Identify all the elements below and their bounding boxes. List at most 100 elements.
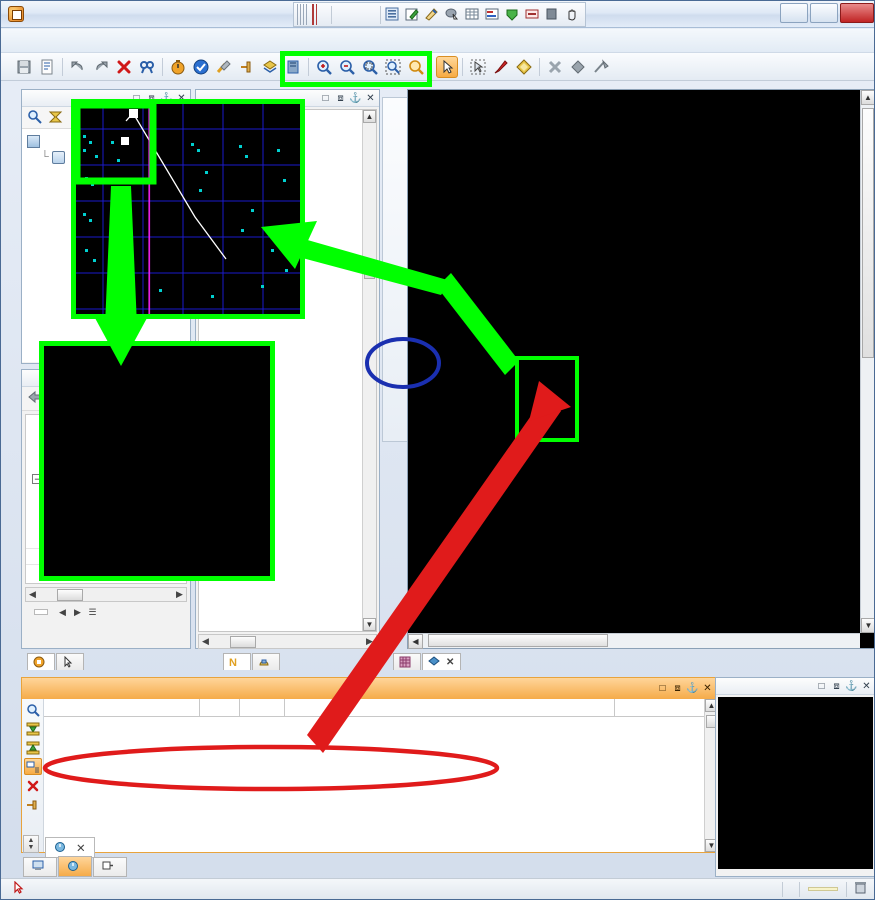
netlist-hscrollbar[interactable]: ◀ ▶ xyxy=(198,634,377,649)
zoom-fit-icon[interactable] xyxy=(359,56,381,78)
undo-icon[interactable] xyxy=(67,56,89,78)
column-header-type[interactable] xyxy=(200,699,240,716)
trash-icon[interactable] xyxy=(855,881,866,897)
timing-results-grid[interactable]: ▲ ▼ xyxy=(44,699,718,852)
cross-probe-icon[interactable] xyxy=(544,56,566,78)
pointer-mode-icon[interactable] xyxy=(436,56,458,78)
save-icon[interactable] xyxy=(13,56,35,78)
find-icon[interactable] xyxy=(136,56,158,78)
float-icon[interactable]: □ xyxy=(657,683,668,694)
close-button[interactable] xyxy=(840,3,874,23)
layers-icon[interactable] xyxy=(259,56,281,78)
menu-layout[interactable] xyxy=(131,38,149,44)
scroll-up-arrow[interactable]: ▲ xyxy=(363,110,376,123)
close-icon[interactable]: ✕ xyxy=(446,657,454,668)
tab-timing-results[interactable] xyxy=(58,856,92,877)
property-row-source-clock[interactable] xyxy=(26,549,186,565)
pen-edit-icon[interactable] xyxy=(404,6,422,24)
zoom-out-icon[interactable] xyxy=(336,56,358,78)
tab-device[interactable]: ✕ xyxy=(422,653,461,670)
highlight-icon[interactable] xyxy=(282,56,304,78)
restore-icon[interactable]: ⧈ xyxy=(672,683,683,694)
scroll-down-arrow[interactable]: ▼ xyxy=(861,618,875,633)
column-header-name[interactable] xyxy=(44,699,200,716)
netlist-tree[interactable]: ▲ ▼ xyxy=(198,109,377,632)
scroll-right-arrow[interactable]: ▶ xyxy=(173,589,186,600)
menu-help[interactable] xyxy=(151,38,169,44)
column-header-slack[interactable] xyxy=(240,699,285,716)
restore-icon[interactable]: ⧈ xyxy=(146,93,157,104)
search-icon[interactable] xyxy=(24,701,42,718)
timing-tab-scroller[interactable]: ▲ ▼ xyxy=(23,835,39,853)
report-icon[interactable] xyxy=(36,56,58,78)
float-icon[interactable]: □ xyxy=(816,681,827,692)
scroll-left-arrow[interactable]: ◀ xyxy=(199,636,212,647)
expand-all-icon[interactable] xyxy=(24,720,42,737)
unroute-icon[interactable] xyxy=(590,56,612,78)
tree-node-pblock[interactable]: └ xyxy=(25,149,187,165)
result-tab-trce[interactable]: ✕ xyxy=(45,837,95,858)
chevron-up-icon[interactable]: ▲ xyxy=(28,837,35,844)
close-icon[interactable]: ✕ xyxy=(176,93,187,104)
minimize-button[interactable] xyxy=(780,3,808,23)
tab-package[interactable] xyxy=(393,653,421,670)
scroll-thumb[interactable] xyxy=(428,634,608,647)
tab-general[interactable] xyxy=(24,610,32,614)
tab-io-ports[interactable] xyxy=(93,857,127,877)
menu-edit[interactable] xyxy=(31,38,49,44)
grid-icon[interactable] xyxy=(464,6,482,24)
close-icon[interactable]: ✕ xyxy=(76,841,86,855)
tab-console[interactable] xyxy=(23,857,57,877)
world-minimap[interactable] xyxy=(718,697,873,869)
goto-icon[interactable] xyxy=(52,390,69,408)
tab-properties[interactable] xyxy=(27,653,55,670)
tree-node-floorplan[interactable] xyxy=(25,133,187,149)
timing-icon[interactable] xyxy=(167,56,189,78)
menu-view[interactable] xyxy=(51,38,69,44)
scroll-right-arrow[interactable]: ▶ xyxy=(363,636,376,647)
pin-icon[interactable]: ⚓ xyxy=(161,93,172,104)
close-icon[interactable]: ✕ xyxy=(861,681,872,692)
netlist-vscrollbar[interactable]: ▲ ▼ xyxy=(362,110,376,631)
pin-icon[interactable]: ⚓ xyxy=(350,93,361,104)
properties-icon[interactable] xyxy=(484,6,502,24)
maximize-button[interactable] xyxy=(810,3,838,23)
menu-file[interactable] xyxy=(11,38,29,44)
collapse-icon[interactable] xyxy=(48,109,63,127)
scroll-left-arrow[interactable]: ◀ xyxy=(26,589,39,600)
palette-icon[interactable] xyxy=(384,6,402,24)
restore-icon[interactable]: ⧈ xyxy=(831,681,842,692)
dictionary-icon[interactable] xyxy=(524,6,542,24)
zoom-in-icon[interactable] xyxy=(313,56,335,78)
menu-tools[interactable] xyxy=(71,38,89,44)
tab-list-icon[interactable]: ☰ xyxy=(86,607,99,618)
search-icon[interactable] xyxy=(27,109,42,127)
column-header-to[interactable] xyxy=(615,699,718,716)
properties-hscrollbar[interactable]: ◀ ▶ xyxy=(25,587,187,602)
diamond-icon[interactable] xyxy=(513,56,535,78)
menu-window[interactable] xyxy=(91,38,109,44)
delete-icon[interactable] xyxy=(24,777,42,794)
report-view-icon[interactable] xyxy=(24,758,42,775)
gray-diamond-icon[interactable] xyxy=(567,56,589,78)
properties-tree-root[interactable]: − xyxy=(32,471,186,487)
scroll-left-arrow[interactable]: ◀ xyxy=(408,634,423,649)
pin-icon[interactable] xyxy=(236,56,258,78)
tab-next-arrow[interactable]: ▶ xyxy=(71,607,84,618)
hand-icon[interactable] xyxy=(564,6,582,24)
hand-pointer-icon[interactable] xyxy=(444,6,462,24)
scroll-thumb[interactable] xyxy=(230,636,256,648)
pin-icon[interactable]: ⚓ xyxy=(846,681,857,692)
scroll-thumb[interactable] xyxy=(862,108,874,358)
ime-grip-red[interactable] xyxy=(312,4,317,25)
zoom-area-icon[interactable] xyxy=(382,56,404,78)
chevron-down-icon[interactable]: ▼ xyxy=(28,844,35,851)
marker-icon[interactable] xyxy=(490,56,512,78)
back-arrow-icon[interactable] xyxy=(28,390,45,408)
pin-icon[interactable] xyxy=(24,796,42,813)
menu-select[interactable] xyxy=(111,38,129,44)
device-hscrollbar[interactable]: ◀ xyxy=(408,633,860,648)
column-header-from[interactable] xyxy=(285,699,615,716)
scroll-thumb[interactable] xyxy=(364,265,375,279)
zoom-selection-icon[interactable] xyxy=(405,56,427,78)
